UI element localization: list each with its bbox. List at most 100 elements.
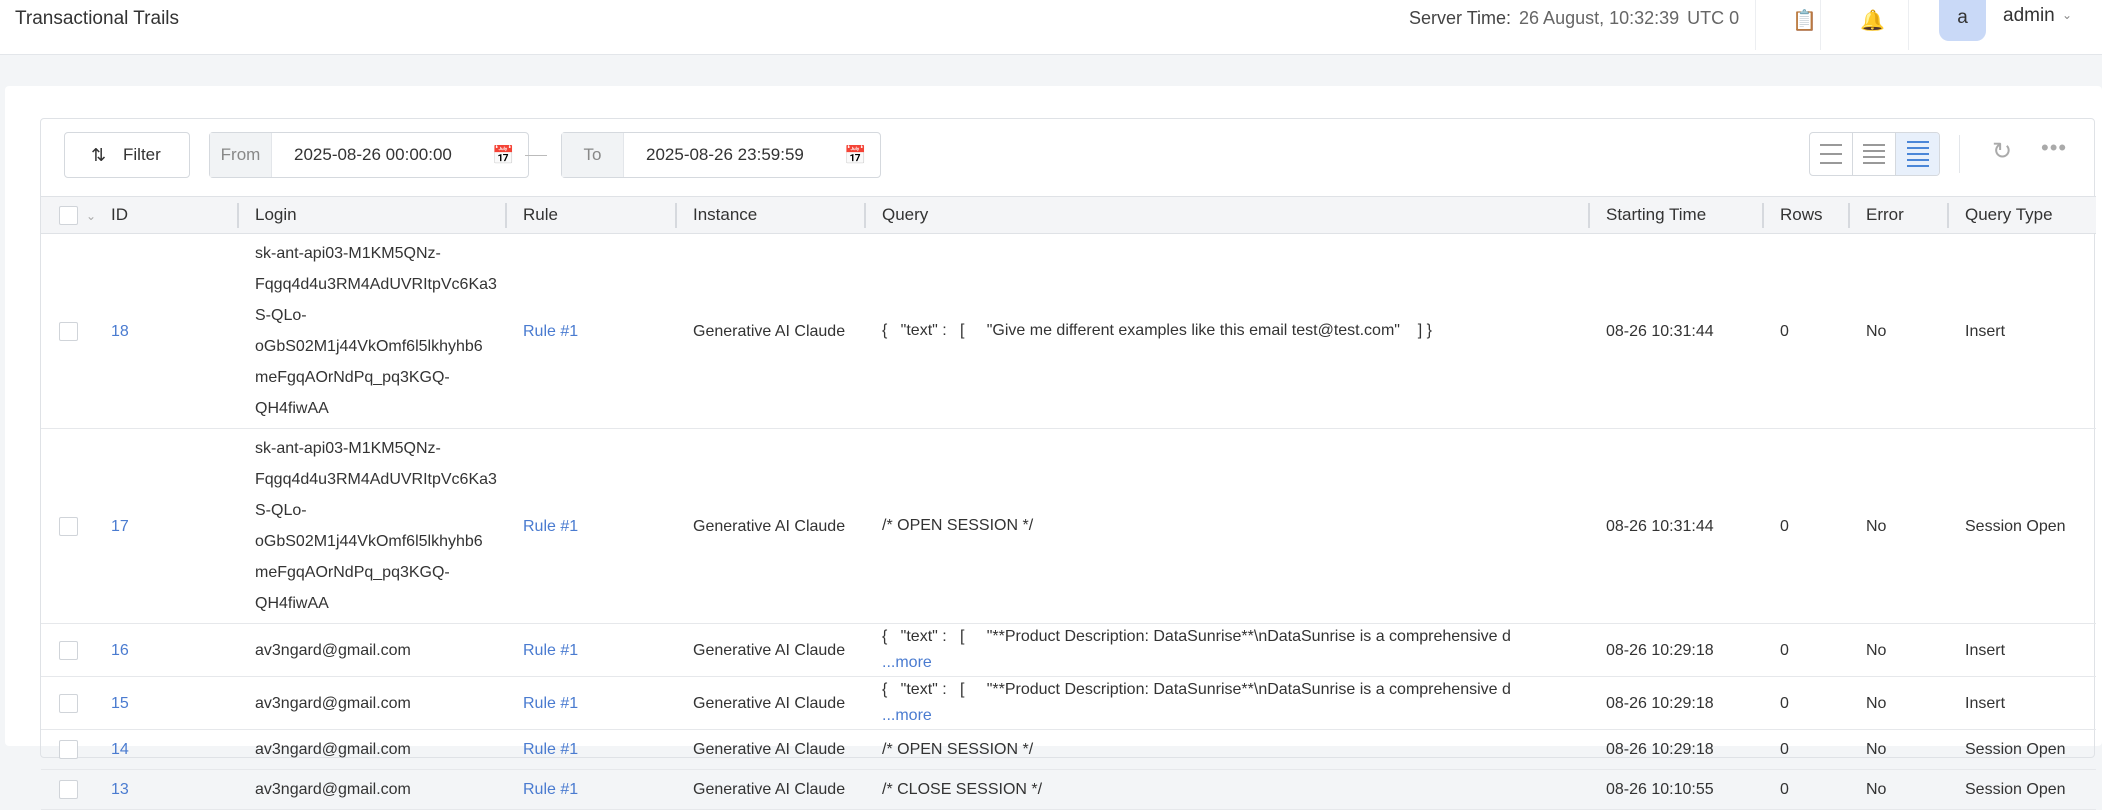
starting-time-cell: 08-26 10:29:18: [1588, 676, 1762, 730]
range-separator: [525, 155, 547, 156]
query-cell: /* CLOSE SESSION */: [864, 769, 1588, 810]
login-line: oGbS02M1j44VkOmf6l5lkhyhb6: [255, 338, 483, 355]
row-density-toggle[interactable]: [1809, 132, 1940, 176]
login-line: av3ngard@gmail.com: [255, 781, 411, 798]
login-line: S-QLo-: [255, 307, 307, 324]
id-link[interactable]: 15: [111, 695, 129, 712]
calendar-icon[interactable]: 📅: [844, 133, 880, 177]
density-compact-button[interactable]: [1896, 133, 1939, 175]
more-link[interactable]: ...more: [882, 650, 1588, 676]
rule-link[interactable]: Rule #1: [523, 323, 578, 340]
table-row[interactable]: 17 sk-ant-api03-M1KM5QNz- Fqgq4d4u3RM4AdU…: [41, 428, 2096, 624]
table-row[interactable]: 16 av3ngard@gmail.com Rule #1 Generative…: [41, 623, 2096, 677]
login-cell: sk-ant-api03-M1KM5QNz- Fqgq4d4u3RM4AdUVRI…: [237, 233, 505, 429]
id-link[interactable]: 13: [111, 781, 129, 798]
refresh-icon[interactable]: ↻: [1992, 137, 2012, 166]
table-row[interactable]: 14 av3ngard@gmail.com Rule #1 Generative…: [41, 729, 2096, 770]
content-card: ⇅ Filter From 2025-08-26 00:00:00 📅 To 20…: [5, 86, 2102, 810]
login-line: Fqgq4d4u3RM4AdUVRItpVc6Ka3: [255, 471, 497, 488]
row-checkbox[interactable]: [59, 516, 78, 536]
server-time: Server Time: 26 August, 10:32:39 UTC 0: [1409, 8, 1739, 29]
login-cell: av3ngard@gmail.com: [237, 676, 505, 730]
login-line: Fqgq4d4u3RM4AdUVRItpVc6Ka3: [255, 276, 497, 293]
bell-icon[interactable]: 🔔: [1860, 8, 1885, 33]
error-cell: No: [1848, 729, 1947, 770]
instance-cell: Generative AI Claude: [675, 428, 864, 624]
row-checkbox[interactable]: [59, 693, 78, 713]
query-type-cell: Session Open: [1947, 428, 2096, 624]
starting-time-cell: 08-26 10:31:44: [1588, 428, 1762, 624]
row-checkbox[interactable]: [59, 321, 78, 341]
more-options-icon[interactable]: •••: [2041, 135, 2067, 161]
rule-link[interactable]: Rule #1: [523, 518, 578, 535]
column-query-type[interactable]: Query Type: [1947, 196, 2096, 234]
rows-cell: 0: [1762, 769, 1848, 810]
id-link[interactable]: 16: [111, 642, 129, 659]
table-row[interactable]: 13 av3ngard@gmail.com Rule #1 Generative…: [41, 769, 2096, 810]
login-cell: sk-ant-api03-M1KM5QNz- Fqgq4d4u3RM4AdUVRI…: [237, 428, 505, 624]
rows-cell: 0: [1762, 428, 1848, 624]
column-login[interactable]: Login: [237, 196, 505, 234]
select-all-checkbox[interactable]: [59, 206, 78, 225]
rule-link[interactable]: Rule #1: [523, 642, 578, 659]
to-date-input[interactable]: 2025-08-26 23:59:59: [624, 133, 844, 177]
density-loose-button[interactable]: [1810, 133, 1853, 175]
table-row[interactable]: 15 av3ngard@gmail.com Rule #1 Generative…: [41, 676, 2096, 730]
top-bar: Transactional Trails Server Time: 26 Augu…: [0, 0, 2102, 55]
density-medium-button[interactable]: [1853, 133, 1896, 175]
chevron-down-icon[interactable]: ⌄: [2062, 8, 2072, 22]
table-row[interactable]: 18 sk-ant-api03-M1KM5QNz- Fqgq4d4u3RM4AdU…: [41, 233, 2096, 429]
trails-table: ⌄ ID Login Rule Instance Query Starting T…: [41, 196, 2096, 810]
to-date-field[interactable]: To 2025-08-26 23:59:59 📅: [561, 132, 882, 178]
query-type-cell: Insert: [1947, 676, 2096, 730]
column-error[interactable]: Error: [1848, 196, 1947, 234]
table-header: ⌄ ID Login Rule Instance Query Starting T…: [41, 196, 2096, 234]
chevron-down-icon[interactable]: ⌄: [86, 209, 96, 223]
column-id[interactable]: ⌄ ID: [41, 196, 237, 234]
divider: [1959, 135, 1960, 173]
query-text: /* OPEN SESSION */: [882, 517, 1034, 534]
error-cell: No: [1848, 676, 1947, 730]
calendar-icon[interactable]: 📅: [492, 133, 528, 177]
starting-time-cell: 08-26 10:31:44: [1588, 233, 1762, 429]
login-line: S-QLo-: [255, 502, 307, 519]
from-date-field[interactable]: From 2025-08-26 00:00:00 📅: [209, 132, 530, 178]
avatar[interactable]: a: [1939, 0, 1986, 41]
query-type-cell: Insert: [1947, 233, 2096, 429]
id-link[interactable]: 14: [111, 741, 129, 758]
login-line: sk-ant-api03-M1KM5QNz-: [255, 440, 441, 457]
more-link[interactable]: ...more: [882, 703, 1588, 729]
query-cell: { "text" : [ "**Product Description: Dat…: [864, 676, 1588, 730]
id-link[interactable]: 18: [111, 323, 129, 340]
query-cell: /* OPEN SESSION */: [864, 729, 1588, 770]
username[interactable]: admin: [2003, 5, 2055, 27]
timezone: UTC 0: [1687, 8, 1740, 28]
from-label: From: [210, 133, 272, 177]
from-date-input[interactable]: 2025-08-26 00:00:00: [272, 133, 492, 177]
row-checkbox[interactable]: [59, 780, 78, 800]
column-query[interactable]: Query: [864, 196, 1588, 234]
column-label: ID: [111, 204, 128, 224]
rule-link[interactable]: Rule #1: [523, 695, 578, 712]
rule-link[interactable]: Rule #1: [523, 781, 578, 798]
query-cell: { "text" : [ "Give me different examples…: [864, 233, 1588, 429]
divider: [1755, 0, 1756, 50]
id-link[interactable]: 17: [111, 518, 129, 535]
starting-time-cell: 08-26 10:29:18: [1588, 729, 1762, 770]
row-checkbox[interactable]: [59, 740, 78, 760]
row-checkbox[interactable]: [59, 640, 78, 660]
instance-cell: Generative AI Claude: [675, 233, 864, 429]
column-rule[interactable]: Rule: [505, 196, 675, 234]
column-instance[interactable]: Instance: [675, 196, 864, 234]
rule-link[interactable]: Rule #1: [523, 741, 578, 758]
instance-cell: Generative AI Claude: [675, 729, 864, 770]
column-starting-time[interactable]: Starting Time: [1588, 196, 1762, 234]
column-rows[interactable]: Rows: [1762, 196, 1848, 234]
login-line: av3ngard@gmail.com: [255, 694, 411, 712]
login-line: av3ngard@gmail.com: [255, 641, 411, 659]
error-cell: No: [1848, 623, 1947, 677]
error-cell: No: [1848, 233, 1947, 429]
clipboard-check-icon[interactable]: 📋: [1792, 8, 1817, 33]
filter-button[interactable]: ⇅ Filter: [64, 132, 190, 178]
login-cell: av3ngard@gmail.com: [237, 769, 505, 810]
